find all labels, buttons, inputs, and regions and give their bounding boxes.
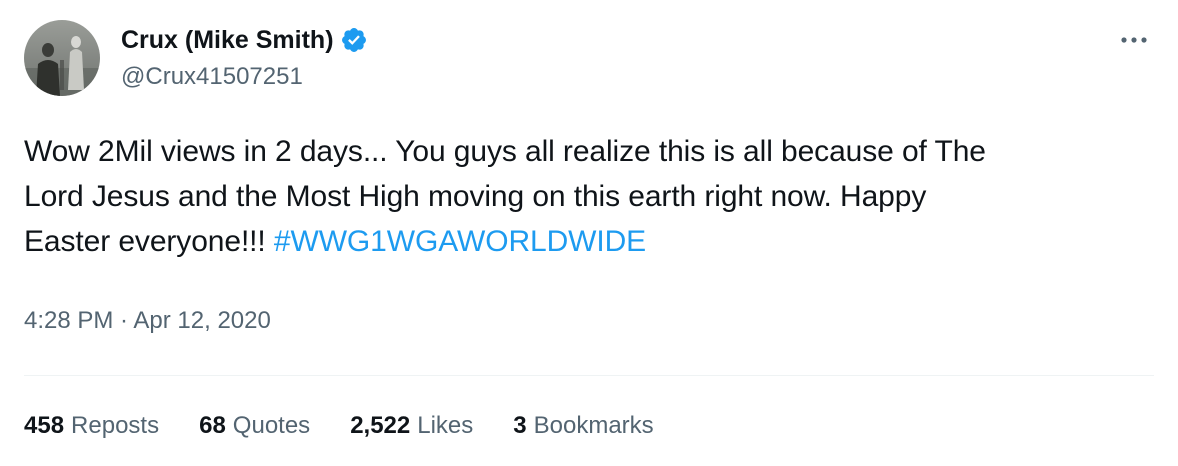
timestamp-separator: · [113,307,134,334]
likes-label: Likes [417,412,474,439]
divider [24,375,1154,376]
author-display-name[interactable]: Crux (Mike Smith) [121,24,334,56]
reposts-count: 458 [24,412,65,439]
tweet-date[interactable]: Apr 12, 2020 [133,307,270,334]
author-handle[interactable]: @Crux41507251 [121,62,303,92]
likes-count: 2,522 [350,412,411,439]
tweet-text-line: Wow 2Mil views in 2 days... You guys all… [24,135,986,168]
bookmarks-stat[interactable]: 3 Bookmarks [513,410,653,442]
bookmarks-label: Bookmarks [533,412,654,439]
tweet-card: Crux (Mike Smith) @Crux41507251 Wow 2Mil… [0,0,1178,466]
reposts-label: Reposts [71,412,160,439]
tweet-text-segment: Easter everyone!!! [24,225,274,258]
tweet-time[interactable]: 4:28 PM [24,307,113,334]
quotes-count: 68 [199,412,226,439]
hashtag-link[interactable]: #WWG1WGAWORLDWIDE [274,225,646,258]
tweet-text-line: Lord Jesus and the Most High moving on t… [24,180,927,213]
quotes-stat[interactable]: 68 Quotes [199,410,310,442]
more-options-icon[interactable] [1114,28,1154,52]
timestamp: 4:28 PM · Apr 12, 2020 [24,305,271,337]
engagement-stats: 458 Reposts 68 Quotes 2,522 Likes 3 Bookmark… [24,410,654,442]
tweet-text-line: Easter everyone!!! #WWG1WGAWORLDWIDE [24,219,1149,264]
bookmarks-count: 3 [513,412,527,439]
author-name-row: Crux (Mike Smith) [121,24,368,56]
avatar[interactable] [24,20,100,96]
quotes-label: Quotes [232,412,311,439]
tweet-text: Wow 2Mil views in 2 days... You guys all… [24,129,1149,264]
likes-stat[interactable]: 2,522 Likes [350,410,473,442]
reposts-stat[interactable]: 458 Reposts [24,410,159,442]
verified-badge-icon[interactable] [340,26,368,54]
